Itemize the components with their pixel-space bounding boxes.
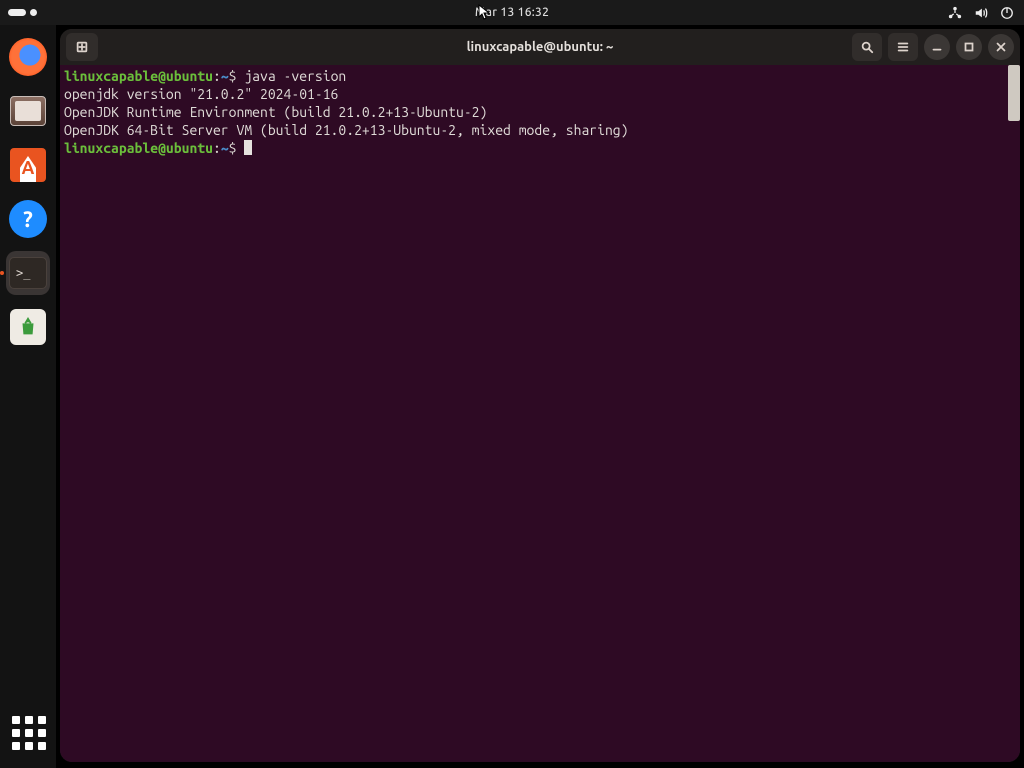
help-icon: ? bbox=[9, 200, 47, 238]
search-icon bbox=[860, 40, 874, 54]
dock-item-terminal[interactable]: >_ bbox=[6, 251, 50, 295]
terminal-icon: >_ bbox=[9, 257, 47, 289]
trash-icon bbox=[10, 309, 46, 345]
close-icon bbox=[994, 40, 1008, 54]
network-icon bbox=[948, 6, 962, 20]
terminal-line: linuxcapable@ubuntu:~$ java -version bbox=[64, 67, 1016, 85]
minimize-button[interactable] bbox=[924, 34, 950, 60]
terminal-output[interactable]: linuxcapable@ubuntu:~$ java -versionopen… bbox=[60, 65, 1020, 762]
dock: ? >_ bbox=[0, 25, 56, 768]
power-icon bbox=[1000, 6, 1014, 20]
activities-button[interactable] bbox=[8, 9, 37, 16]
search-button[interactable] bbox=[852, 33, 882, 61]
terminal-line: OpenJDK Runtime Environment (build 21.0.… bbox=[64, 103, 1016, 121]
window-titlebar[interactable]: linuxcapable@ubuntu: ~ bbox=[60, 29, 1020, 65]
minimize-icon bbox=[930, 40, 944, 54]
terminal-line: openjdk version "21.0.2" 2024-01-16 bbox=[64, 85, 1016, 103]
software-center-icon bbox=[10, 148, 46, 182]
terminal-window: linuxcapable@ubuntu: ~ linuxcapable@ubun… bbox=[60, 29, 1020, 762]
firefox-icon bbox=[9, 38, 47, 76]
close-button[interactable] bbox=[988, 34, 1014, 60]
new-tab-icon bbox=[75, 40, 89, 54]
hamburger-menu-button[interactable] bbox=[888, 33, 918, 61]
terminal-cursor bbox=[244, 140, 252, 155]
dock-item-help[interactable]: ? bbox=[6, 197, 50, 241]
dock-item-trash[interactable] bbox=[6, 305, 50, 349]
new-tab-button[interactable] bbox=[66, 33, 98, 61]
terminal-line: OpenJDK 64-Bit Server VM (build 21.0.2+1… bbox=[64, 121, 1016, 139]
dock-item-files[interactable] bbox=[6, 89, 50, 133]
dock-item-firefox[interactable] bbox=[6, 35, 50, 79]
files-icon bbox=[10, 96, 46, 126]
top-bar: Mar 13 16:32 bbox=[0, 0, 1024, 25]
maximize-icon bbox=[962, 40, 976, 54]
scrollbar-thumb[interactable] bbox=[1008, 65, 1020, 121]
window-title: linuxcapable@ubuntu: ~ bbox=[467, 40, 614, 54]
clock[interactable]: Mar 13 16:32 bbox=[475, 6, 549, 19]
dock-item-software[interactable] bbox=[6, 143, 50, 187]
volume-icon bbox=[974, 6, 988, 20]
maximize-button[interactable] bbox=[956, 34, 982, 60]
terminal-line: linuxcapable@ubuntu:~$ bbox=[64, 139, 1016, 157]
show-applications-button[interactable] bbox=[12, 716, 46, 750]
hamburger-icon bbox=[896, 40, 910, 54]
system-status-area[interactable] bbox=[948, 6, 1014, 20]
